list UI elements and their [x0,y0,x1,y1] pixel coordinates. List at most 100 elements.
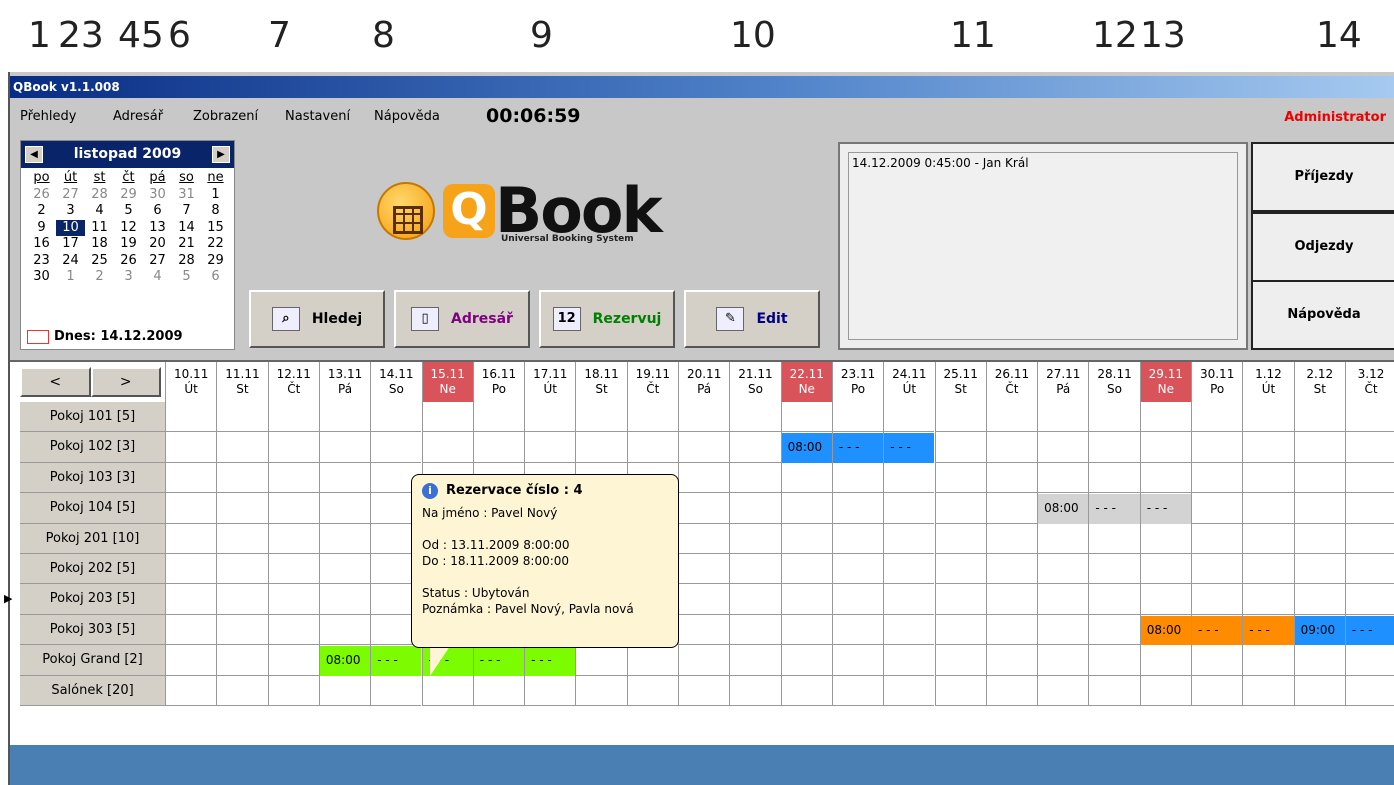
grid-cell[interactable] [729,675,781,706]
calendar-day[interactable]: 4 [85,203,114,220]
grid-cell[interactable] [575,402,627,433]
grid-cell[interactable] [934,402,986,433]
grid-cell[interactable] [1037,462,1089,494]
grid-cell[interactable] [524,432,576,463]
grid-cell[interactable] [1344,554,1394,585]
grid-cell[interactable] [985,432,1038,463]
grid-cell[interactable] [1088,554,1140,585]
grid-cell[interactable] [216,584,268,615]
reservation-cell[interactable]: - - - [1345,615,1394,646]
grid-cell[interactable] [1088,675,1140,706]
grid-cell[interactable] [985,645,1038,676]
calendar-day[interactable]: 6 [143,203,172,220]
day-header[interactable]: 25.11 St [934,362,986,402]
grid-cell[interactable] [780,645,832,676]
grid-cell[interactable] [1293,462,1345,494]
calendar-day[interactable]: 10 [56,219,85,236]
grid-cell[interactable] [780,554,832,585]
grid-cell[interactable] [1293,675,1345,706]
grid-cell[interactable] [1293,432,1345,463]
notes-panel[interactable]: 14.12.2009 0:45:00 - Jan Král [838,142,1248,350]
grid-cell[interactable] [934,432,986,463]
grid-cell[interactable] [1242,523,1294,554]
edit-button[interactable]: ✎ Edit [684,290,820,348]
grid-cell[interactable] [883,675,935,706]
grid-cell[interactable] [1088,432,1140,463]
calendar-day[interactable]: 16 [27,236,56,253]
day-header[interactable]: 13.11 Pá [318,362,371,402]
grid-cell[interactable] [729,432,781,463]
grid-cell[interactable] [883,584,935,615]
grid-cell[interactable] [678,462,730,494]
day-header[interactable]: 12.11 Čt [267,362,319,402]
grid-cell[interactable] [626,402,678,433]
grid-cell[interactable] [1344,584,1394,615]
grid-cell[interactable] [985,493,1038,524]
grid-cell[interactable] [421,432,473,463]
calendar-day[interactable]: 30 [143,187,172,204]
grid-cell[interactable] [1191,402,1243,433]
grid-cell[interactable] [318,462,371,494]
grid-cell[interactable] [1191,675,1243,706]
grid-cell[interactable] [472,402,525,433]
grid-cell[interactable] [626,645,678,676]
grid-cell[interactable] [1088,584,1140,615]
grid-cell[interactable] [216,432,268,463]
day-header[interactable]: 10.11 Út [165,362,217,402]
grid-cell[interactable] [165,614,217,646]
calendar-day[interactable]: 14 [172,220,201,237]
room-label[interactable]: Pokoj 202 [5] [20,554,165,585]
room-label[interactable]: Pokoj 303 [5] [20,614,165,646]
grid-cell[interactable] [1242,462,1294,494]
calendar-today[interactable]: Dnes: 14.12.2009 [27,329,183,344]
day-header[interactable]: 15.11 Ne [421,362,473,402]
grid-cell[interactable] [165,584,217,615]
grid-cell[interactable] [831,462,884,494]
grid-cell[interactable] [267,645,319,676]
grid-cell[interactable] [985,554,1038,585]
day-header[interactable]: 30.11 Po [1191,362,1243,402]
grid-cell[interactable] [831,493,884,524]
grid-cell[interactable] [1088,402,1140,433]
grid-cell[interactable] [216,645,268,676]
grid-cell[interactable] [318,584,371,615]
menu-adresar[interactable]: Adresář [113,109,163,124]
grid-cell[interactable] [318,493,371,524]
grid-cell[interactable] [678,493,730,524]
grid-cell[interactable] [318,675,371,706]
grid-cell[interactable] [831,402,884,433]
grid-cell[interactable] [1088,462,1140,494]
reservation-cell[interactable]: 08:00 [1038,494,1089,524]
grid-cell[interactable] [1191,462,1243,494]
grid-cell[interactable] [1088,645,1140,676]
room-label[interactable]: Pokoj 101 [5] [20,402,165,433]
grid-cell[interactable] [165,645,217,676]
calendar-day[interactable]: 1 [56,269,85,286]
day-header[interactable]: 23.11 Po [831,362,884,402]
grid-cell[interactable] [985,584,1038,615]
day-header[interactable]: 2.12 St [1293,362,1345,402]
grid-cell[interactable] [1037,523,1089,554]
grid-cell[interactable] [780,402,832,433]
calendar-day[interactable]: 6 [201,269,230,286]
day-header[interactable]: 17.11 Út [524,362,576,402]
grid-cell[interactable] [472,675,525,706]
grid-cell[interactable] [1293,584,1345,615]
grid-cell[interactable] [575,675,627,706]
grid-cell[interactable] [1191,645,1243,676]
grid-cell[interactable] [1344,645,1394,676]
grid-cell[interactable] [1242,554,1294,585]
grid-cell[interactable] [1344,493,1394,524]
day-header[interactable]: 24.11 Út [883,362,935,402]
room-label[interactable]: Pokoj 103 [3] [20,462,165,494]
grid-cell[interactable] [626,432,678,463]
grid-cell[interactable] [165,432,217,463]
grid-cell[interactable] [1344,462,1394,494]
grid-cell[interactable] [780,523,832,554]
grid-cell[interactable] [267,584,319,615]
reservation-cell[interactable]: 08:00 [781,433,832,463]
grid-cell[interactable] [216,554,268,585]
grid-cell[interactable] [780,614,832,646]
menu-prehledy[interactable]: Přehledy [20,109,76,124]
grid-cell[interactable] [780,584,832,615]
